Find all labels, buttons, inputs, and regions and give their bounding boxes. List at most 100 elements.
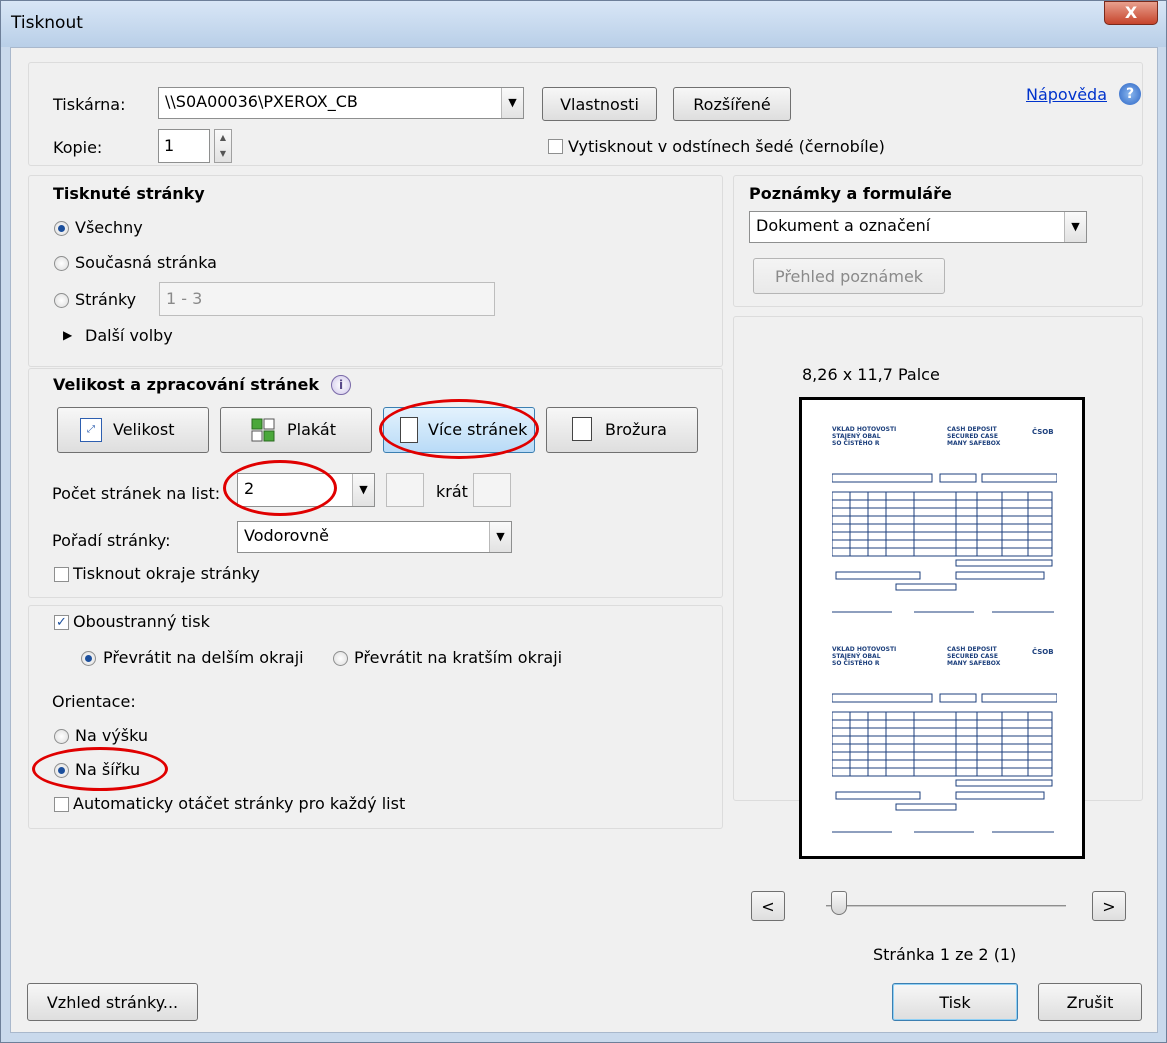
auto-rotate-label: Automaticky otáčet stránky pro každý lis… — [73, 794, 406, 813]
booklet-icon — [572, 417, 592, 441]
page-status: Stránka 1 ze 2 (1) — [873, 945, 1017, 964]
size-button[interactable]: ⤢ Velikost — [57, 407, 209, 453]
page-slider-thumb[interactable] — [831, 891, 847, 915]
notes-panel: Poznámky a formuláře Dokument a označení… — [733, 175, 1143, 307]
page-order-select[interactable]: Vodorovně ▼ — [237, 521, 512, 553]
short-edge-label: Převrátit na kratším okraji — [354, 648, 563, 667]
cancel-button[interactable]: Zrušit — [1038, 983, 1142, 1021]
notes-select[interactable]: Dokument a označení ▼ — [749, 211, 1087, 243]
page-setup-button[interactable]: Vzhled stránky... — [27, 983, 198, 1021]
page-preview: VKLAD HOTOVOSTI STAJENÝ OBAL SO ČÍSTÉHO … — [799, 397, 1085, 859]
portrait-radio[interactable] — [54, 729, 69, 744]
sizing-panel: Velikost a zpracování stránek i ⤢ Veliko… — [28, 368, 723, 598]
help-icon[interactable]: ? — [1119, 83, 1141, 105]
short-edge-radio[interactable] — [333, 651, 348, 666]
slip-title-cz: VKLAD HOTOVOSTI — [832, 646, 897, 653]
advanced-button[interactable]: Rozšířené — [673, 87, 791, 121]
auto-rotate-checkbox[interactable] — [54, 797, 69, 812]
pages-range-input[interactable]: 1 - 3 — [159, 282, 495, 316]
print-dialog: Tisknout X Tiskárna: \\S0A00036\PXEROX_C… — [0, 0, 1167, 1043]
close-button[interactable]: X — [1104, 1, 1158, 25]
preview-slip: VKLAD HOTOVOSTI STAJENÝ OBAL SO ČÍSTÉHO … — [832, 640, 1057, 850]
properties-button[interactable]: Vlastnosti — [542, 87, 657, 121]
printer-panel: Tiskárna: \\S0A00036\PXEROX_CB ▼ Vlastno… — [28, 62, 1143, 166]
chevron-down-icon[interactable]: ▼ — [489, 522, 511, 552]
printer-select-value: \\S0A00036\PXEROX_CB — [165, 92, 358, 111]
previous-page-button[interactable]: < — [751, 891, 785, 921]
chevron-down-icon[interactable]: ▼ — [352, 474, 374, 506]
pages-all-radio[interactable] — [54, 221, 69, 236]
slip-sub-en-2: MANY SAFEBOX — [947, 440, 1001, 447]
pages-range-radio[interactable] — [54, 293, 69, 308]
help-link[interactable]: Nápověda — [1026, 85, 1107, 104]
info-icon[interactable]: i — [331, 375, 351, 395]
slip-title-en: CASH DEPOSIT — [947, 426, 997, 433]
pages-per-sheet-label: Počet stránek na list: — [52, 484, 221, 503]
expand-triangle-icon[interactable]: ▶ — [63, 328, 72, 342]
next-page-button[interactable]: > — [1092, 891, 1126, 921]
notes-summary-button[interactable]: Přehled poznámek — [753, 258, 945, 294]
print-borders-label: Tisknout okraje stránky — [73, 564, 260, 583]
print-borders-checkbox[interactable] — [54, 567, 69, 582]
page-slider-track[interactable] — [826, 905, 1066, 907]
slip-sub-en-1: SECURED CASE — [947, 653, 998, 660]
slip-sub-en-1: SECURED CASE — [947, 433, 998, 440]
copies-spinner[interactable]: ▲ ▼ — [214, 129, 232, 163]
portrait-label: Na výšku — [75, 726, 149, 745]
slip-logo: ČSOB — [1032, 648, 1054, 656]
pages-panel: Tisknuté stránky Všechny Současná stránk… — [28, 175, 723, 367]
poster-button-label: Plakát — [287, 420, 336, 439]
slip-logo: ČSOB — [1032, 428, 1054, 436]
printer-select[interactable]: \\S0A00036\PXEROX_CB ▼ — [158, 87, 524, 119]
copies-input[interactable]: 1 — [158, 129, 210, 163]
orientation-label: Orientace: — [52, 692, 136, 711]
printer-label: Tiskárna: — [53, 95, 126, 114]
copies-label: Kopie: — [53, 138, 103, 157]
slip-sub-cz-1: STAJENÝ OBAL — [832, 433, 881, 440]
chevron-down-icon[interactable]: ▼ — [1064, 212, 1086, 242]
highlight-ring — [379, 399, 539, 459]
page-order-label: Pořadí stránky: — [52, 531, 171, 550]
pages-heading: Tisknuté stránky — [53, 184, 205, 203]
window-title: Tisknout — [11, 13, 83, 33]
columns-input[interactable] — [386, 473, 424, 507]
slip-sub-cz-1: STAJENÝ OBAL — [832, 653, 881, 660]
highlight-ring — [32, 747, 168, 791]
highlight-ring — [223, 460, 337, 516]
long-edge-radio[interactable] — [81, 651, 96, 666]
dialog-body: Tiskárna: \\S0A00036\PXEROX_CB ▼ Vlastno… — [10, 47, 1158, 1033]
size-button-label: Velikost — [113, 420, 175, 439]
notes-select-value: Dokument a označení — [756, 216, 931, 235]
duplex-panel: ✓ Oboustranný tisk Převrátit na delším o… — [28, 605, 723, 829]
poster-icon — [251, 418, 275, 442]
paper-size-label: 8,26 x 11,7 Palce — [802, 365, 940, 384]
pages-all-label: Všechny — [75, 218, 143, 237]
slip-form-lines — [832, 473, 1057, 613]
slip-sub-cz-2: SO ČÍSTÉHO R — [832, 440, 880, 447]
grayscale-label: Vytisknout v odstínech šedé (černobíle) — [568, 137, 885, 156]
duplex-checkbox[interactable]: ✓ — [54, 615, 69, 630]
pages-current-radio[interactable] — [54, 256, 69, 271]
slip-sub-cz-2: SO ČÍSTÉHO R — [832, 660, 880, 667]
long-edge-label: Převrátit na delším okraji — [103, 648, 304, 667]
copies-value: 1 — [164, 136, 175, 155]
slip-title-en: CASH DEPOSIT — [947, 646, 997, 653]
resize-icon: ⤢ — [80, 418, 102, 442]
sizing-heading: Velikost a zpracování stránek — [53, 375, 319, 394]
booklet-button-label: Brožura — [605, 420, 667, 439]
pages-current-label: Současná stránka — [75, 253, 217, 272]
chevron-down-icon[interactable]: ▼ — [501, 88, 523, 118]
slip-form-lines — [832, 693, 1057, 833]
page-order-value: Vodorovně — [244, 526, 329, 545]
booklet-button[interactable]: Brožura — [546, 407, 698, 453]
print-button[interactable]: Tisk — [892, 983, 1018, 1021]
rows-input[interactable] — [473, 473, 511, 507]
duplex-label: Oboustranný tisk — [73, 612, 210, 631]
more-options-label[interactable]: Další volby — [85, 326, 173, 345]
poster-button[interactable]: Plakát — [220, 407, 372, 453]
notes-heading: Poznámky a formuláře — [749, 184, 952, 203]
title-bar[interactable]: Tisknout X — [1, 1, 1166, 47]
preview-slip: VKLAD HOTOVOSTI STAJENÝ OBAL SO ČÍSTÉHO … — [832, 420, 1057, 630]
grayscale-checkbox[interactable] — [548, 139, 563, 154]
times-label: krát — [436, 482, 468, 501]
